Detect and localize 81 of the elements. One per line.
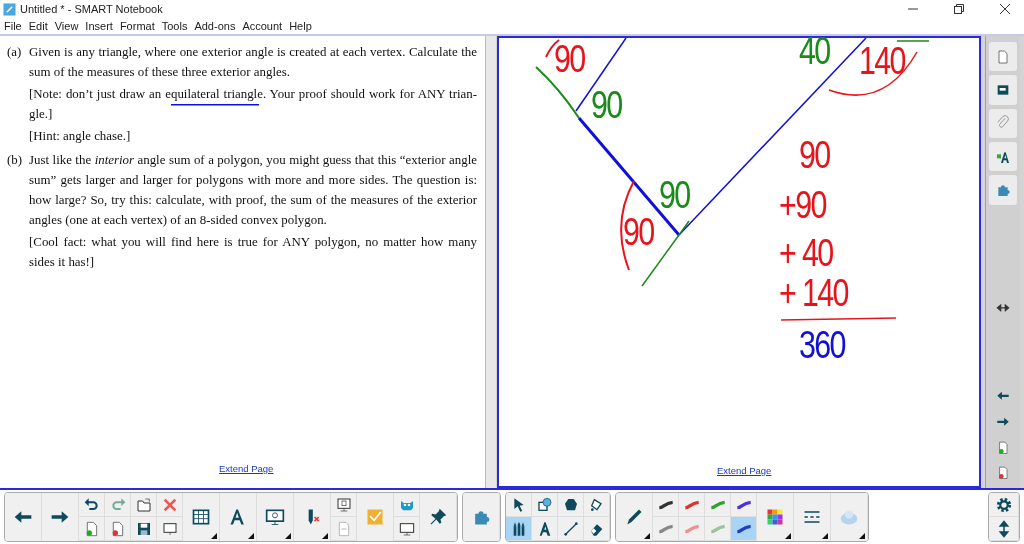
page-sorter-icon xyxy=(995,48,1011,65)
gallery-icon xyxy=(995,82,1011,98)
settings-icon xyxy=(994,495,1013,514)
scrollbar-track[interactable] xyxy=(486,36,496,488)
sidebar-tab[interactable] xyxy=(989,75,1017,105)
fill-bucket-icon xyxy=(588,496,605,513)
item-label: (b) xyxy=(7,152,24,169)
menu-item[interactable]: Account xyxy=(242,20,283,32)
delete-icon xyxy=(161,496,178,513)
tool-button[interactable] xyxy=(558,493,584,517)
toolbar-button[interactable] xyxy=(394,517,420,541)
menu-item[interactable]: Help xyxy=(289,20,312,32)
extend-page-link[interactable]: Extend Page xyxy=(219,463,274,474)
puzzle-icon xyxy=(995,182,1011,199)
handwritten-number: 90 xyxy=(554,40,585,78)
handwritten-number: 90 xyxy=(623,213,654,251)
handwritten-number: 140 xyxy=(859,42,905,80)
tool-button[interactable] xyxy=(584,517,610,541)
tool-button[interactable] xyxy=(532,493,558,517)
cloud-icon xyxy=(839,507,859,527)
handwritten-number: + 140 xyxy=(779,274,848,312)
redo-icon xyxy=(109,496,126,513)
menu-item[interactable]: File xyxy=(4,20,22,32)
window-title: Untitled * - SMART Notebook xyxy=(20,3,163,15)
pen-style-button[interactable] xyxy=(731,517,757,541)
tool-button[interactable] xyxy=(506,517,532,541)
handwritten-number: 90 xyxy=(591,86,622,124)
tool-button[interactable] xyxy=(532,517,558,541)
close-icon[interactable] xyxy=(1000,4,1010,14)
add-ons-button[interactable] xyxy=(463,493,500,541)
back-button[interactable] xyxy=(5,493,42,541)
screen-icon xyxy=(161,520,178,537)
menu-item[interactable]: Add-ons xyxy=(194,20,236,32)
menu-item[interactable]: Tools xyxy=(161,20,188,32)
new-page-icon[interactable] xyxy=(996,440,1010,455)
save-icon xyxy=(135,520,152,537)
pen-style-button[interactable] xyxy=(731,493,757,517)
polygon-icon xyxy=(562,496,579,513)
pin-icon xyxy=(428,507,448,527)
extend-page-link[interactable]: Extend Page xyxy=(717,465,772,476)
handwritten-number: 40 xyxy=(799,32,830,70)
pen-style-button[interactable] xyxy=(653,493,679,517)
problem-text: [Hint: angle chase.] xyxy=(29,128,132,145)
menu-item[interactable]: Insert xyxy=(85,20,113,32)
menu-item[interactable]: Format xyxy=(119,20,155,32)
handwritten-number: 360 xyxy=(799,326,845,364)
color-grid-icon xyxy=(765,507,785,527)
toolbar-button[interactable] xyxy=(131,517,157,541)
line-icon xyxy=(562,520,579,537)
problem-text: Just like the interior angle sum of a polygon, you might guess that this “exterior angle sum” gets larger and larger for polygons with more and more sides. The question is: how large? So, try this: calculate, with proof, the sum of the measures of the exterior angles (one at each vertex) of an 8-sided convex polygon. xyxy=(29,152,477,229)
table-icon xyxy=(191,507,211,527)
toolbar-button[interactable] xyxy=(157,517,183,541)
handwritten-number: 90 xyxy=(659,176,690,214)
tool-button[interactable] xyxy=(506,493,532,517)
undo-icon xyxy=(83,496,100,513)
pen-button[interactable] xyxy=(616,493,653,541)
folder-icon xyxy=(135,496,152,513)
tool-button[interactable] xyxy=(584,493,610,517)
shapes-icon xyxy=(536,496,553,513)
restore-icon[interactable] xyxy=(954,4,964,14)
monitor-icon xyxy=(398,520,415,537)
settings-button[interactable] xyxy=(989,493,1019,517)
move-toolbar-button[interactable] xyxy=(989,517,1019,541)
checkbox-icon xyxy=(365,507,385,527)
handwritten-number: 90 xyxy=(799,136,830,174)
back-arrow-icon[interactable] xyxy=(996,389,1010,403)
document-camera-icon xyxy=(335,496,352,513)
handwritten-number: + 40 xyxy=(779,234,833,272)
screen-capture-icon xyxy=(265,507,285,527)
toolbar-button[interactable] xyxy=(105,517,131,541)
delete-page-icon[interactable] xyxy=(996,466,1010,480)
menu-item[interactable]: View xyxy=(54,20,79,32)
menu-item[interactable]: Edit xyxy=(28,20,48,32)
tool-button[interactable] xyxy=(558,517,584,541)
problem-text: Given is any triangle, where one exterior angle is created at each vertex. Calculate the sum of the measures of these three exterior angles. xyxy=(29,44,477,81)
handwritten-number: +90 xyxy=(779,186,826,224)
toolbar-button[interactable] xyxy=(79,493,105,517)
toolbar-button[interactable] xyxy=(331,493,357,517)
sidebar-tab[interactable] xyxy=(989,142,1017,172)
problem-text: [Cool fact: what you will find here is true for ANY polygon, no matter how many sides it has!] xyxy=(29,234,477,271)
item-label: (a) xyxy=(7,44,23,61)
